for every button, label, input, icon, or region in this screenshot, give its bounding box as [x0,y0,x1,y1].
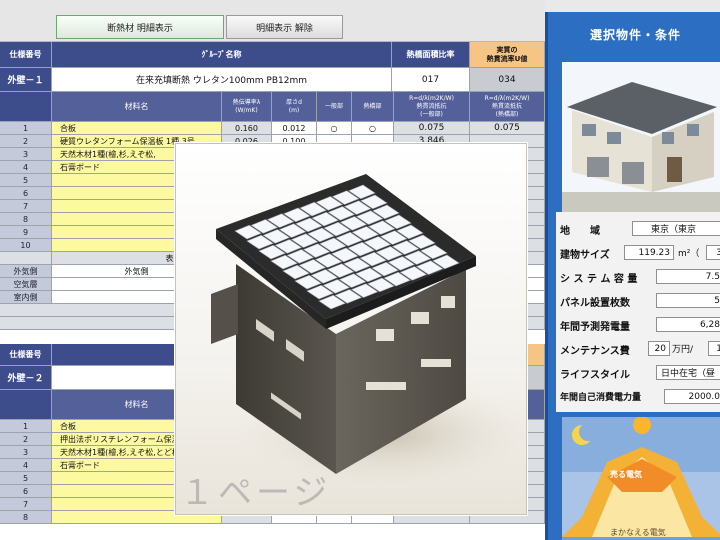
row-number: 2 [0,135,52,148]
row-number: 9 [0,226,52,239]
row-number: 8 [0,511,52,524]
block1-id: 外壁－１ [0,68,52,92]
col-material: 材料名 [52,92,222,122]
header-row: 仕様番号 ｸﾞﾙｰﾌﾟ名称 熱橋面積比率 実質の 熱貫流率U値 [0,42,545,68]
building-size-field[interactable]: 119.23 [624,245,674,260]
annual-generation-field[interactable]: 6,28 [656,317,720,332]
general-cell[interactable]: ○ [317,122,352,135]
row-number: 8 [0,213,52,226]
col-lambda: 熱伝導率λ (W/mK) [222,92,272,122]
block1-col-header: 材料名 熱伝導率λ (W/mK) 厚さd (m) 一般部 熱橋部 R=d/λ(m… [0,92,545,122]
group-name-header: ｸﾞﾙｰﾌﾟ名称 [52,42,392,68]
bridge-cell[interactable]: ○ [352,122,394,135]
r-general-cell: 0.075 [394,122,470,135]
system-capacity-field[interactable]: 7.5 [656,269,720,284]
row-number: 10 [0,239,52,252]
maintenance-extra[interactable]: 1 [708,341,720,356]
col-r-bridge: R=d/λ(m2K/W) 熱貫流抵抗 (熱橋部) [470,92,545,122]
house-render-image [175,143,536,515]
col-general: 一般部 [317,92,352,122]
app-window: 断熱材 明細表示 明細表示 解除 仕様番号 ｸﾞﾙｰﾌﾟ名称 熱橋面積比率 実質… [0,0,720,540]
system-capacity-label: シ ス テ ム 容 量 [560,274,638,285]
self-consumption-label: 年間自己消費電力量 [560,393,642,403]
house-photo-illustration [562,62,720,212]
block1-u: 034 [470,68,545,92]
lambda-cell: 0.160 [222,122,272,135]
actual-u-header: 実質の 熱貫流率U値 [470,42,545,68]
solar-house-illustration [211,174,536,489]
col-r-general: R=d/λ(m2K/W) 熱貫流抵抗 (一般部) [394,92,470,122]
lifestyle-field[interactable]: 日中在宅（昼 [656,365,720,380]
side-label: 室内側 [0,291,52,304]
row-number: 3 [0,148,52,161]
side-label: 空気層 [0,278,52,291]
blank-cell [0,390,52,420]
building-size-label: 建物サイズ [560,250,610,261]
maintenance-label: メンテナンス費 [560,346,630,357]
page-watermark: １ページ [180,473,332,513]
house-photo [562,62,720,212]
building-size-extra[interactable]: 3 [706,245,720,260]
spec-no-header-2: 仕様番号 [0,344,52,366]
sell-electricity-label: 売る電気 [610,470,642,479]
blank-cell [0,92,52,122]
annual-generation-label: 年間予測発電量 [560,322,630,333]
block1-name[interactable]: 在来充填断熱 ウレタン100mm PB12mm [52,68,392,92]
energy-illustration: 売る電気 まかなえる電気 [562,417,720,540]
row-number: 4 [0,161,52,174]
show-details-button[interactable]: 断熱材 明細表示 [56,15,224,39]
row-number: 4 [0,459,52,472]
table-row: 1 合板 0.160 0.012 ○ ○ 0.075 0.075 [0,122,545,135]
maintenance-unit: 万円/ [672,345,694,355]
r-bridge-cell: 0.075 [470,122,545,135]
cover-electricity-label: まかなえる電気 [610,528,666,537]
side-label: 外気側 [0,265,52,278]
row-number: 6 [0,485,52,498]
row-number: 1 [0,420,52,433]
row-number: 7 [0,200,52,213]
row-number: 5 [0,174,52,187]
col-thickness: 厚さd (m) [272,92,317,122]
block1-title-row: 外壁－１ 在来充填断熱 ウレタン100mm PB12mm 017 034 [0,68,545,92]
self-consumption-field[interactable]: 2000.0 [664,389,720,404]
row-number: 6 [0,187,52,200]
panel-title: 選択物件・条件 [589,28,681,42]
maintenance-field[interactable]: 20 [648,341,670,356]
thickness-cell[interactable]: 0.012 [272,122,317,135]
clear-details-button[interactable]: 明細表示 解除 [226,15,343,39]
block1-ratio[interactable]: 017 [392,68,470,92]
col-bridge: 熱橋部 [352,92,394,122]
region-label: 地 域 [560,226,600,237]
blank-cell [0,252,52,265]
region-field[interactable]: 東京（東京 [632,221,720,236]
row-number: 3 [0,446,52,459]
material-cell[interactable]: 合板 [52,122,222,135]
row-number: 5 [0,472,52,485]
spec-no-header: 仕様番号 [0,42,52,68]
row-number: 1 [0,122,52,135]
panel-count-label: パネル設置枚数 [560,298,630,309]
panel-count-field[interactable]: 5 [656,293,720,308]
ratio-header: 熱橋面積比率 [392,42,470,68]
conditions-form: 地 域 東京（東京 建物サイズ 119.23 m²（ 3 シ ス テ ム 容 量… [556,212,720,412]
row-number: 2 [0,433,52,446]
block2-id: 外壁－２ [0,366,52,390]
row-number: 7 [0,498,52,511]
lifestyle-label: ライフスタイル [560,370,630,381]
toolbar: 断熱材 明細表示 明細表示 解除 [0,0,545,42]
selection-panel: 選択物件・条件 地 域 東京（東京 建物サイズ 119.23 m²（ シ ス テ… [545,12,720,540]
building-size-unit: m²（ [678,249,700,259]
